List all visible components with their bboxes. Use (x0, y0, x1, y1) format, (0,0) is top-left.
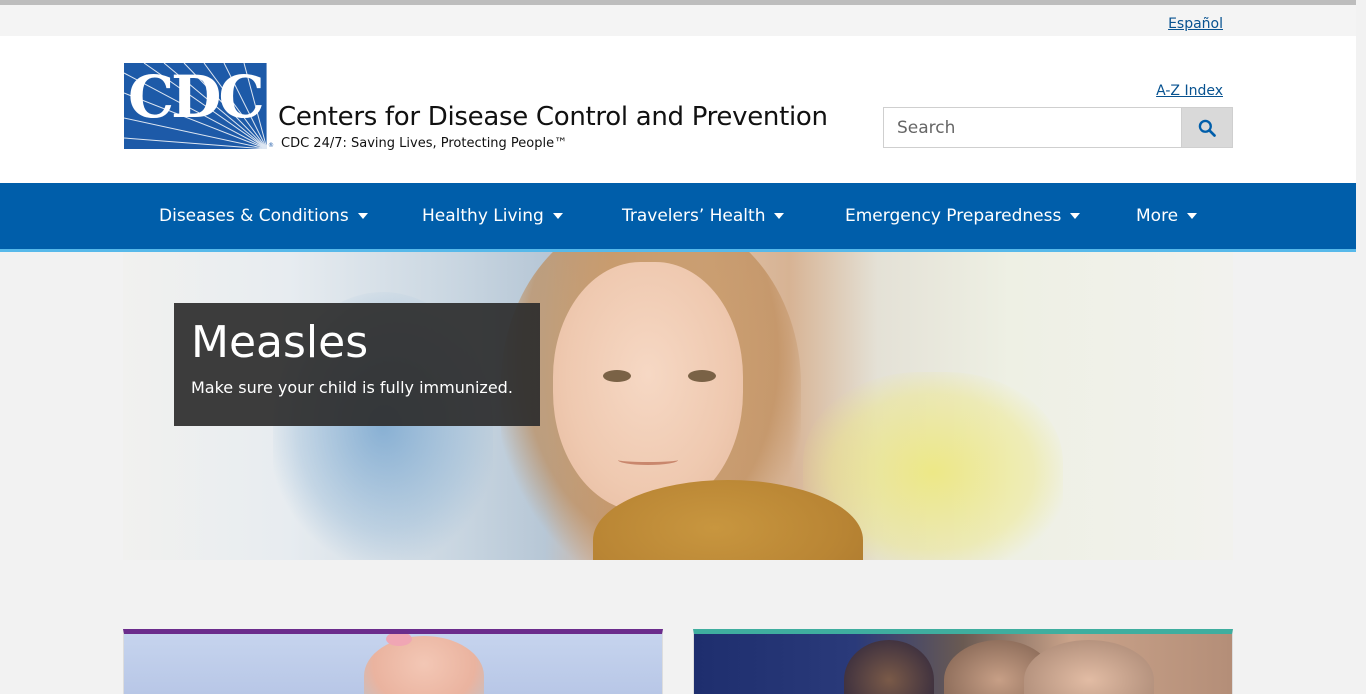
nav-item-label: Travelers’ Health (622, 206, 766, 226)
nav-item-travelers-health[interactable]: Travelers’ Health (622, 183, 785, 249)
caret-down-icon (357, 213, 368, 219)
nav-item-emergency-preparedness[interactable]: Emergency Preparedness (845, 183, 1081, 249)
hero-caption[interactable]: Measles Make sure your child is fully im… (174, 303, 540, 426)
nav-item-healthy-living[interactable]: Healthy Living (422, 183, 563, 249)
logo-registered-mark: ® (268, 142, 274, 149)
feature-card[interactable] (123, 629, 663, 694)
nav-item-label: Diseases & Conditions (159, 206, 349, 226)
search-input[interactable] (884, 108, 1182, 147)
scrollbar[interactable] (1356, 0, 1366, 694)
caret-down-icon (774, 213, 785, 219)
hero-child-face (553, 262, 743, 512)
az-index-link[interactable]: A-Z Index (1156, 83, 1223, 99)
nav-item-label: Healthy Living (422, 206, 544, 226)
search-icon (1198, 119, 1216, 137)
hero-mouth (618, 455, 678, 465)
card-image (694, 634, 1232, 694)
logo-letters: CDC (128, 63, 265, 131)
site-header: CDC ® Centers for Disease Control and Pr… (0, 36, 1356, 183)
hero-subtitle: Make sure your child is fully immunized. (191, 378, 513, 397)
main-nav: Diseases & Conditions Healthy Living Tra… (0, 183, 1356, 249)
espanol-link[interactable]: Español (1168, 16, 1223, 32)
card-person-image (1024, 640, 1154, 694)
hero-eye (688, 370, 716, 382)
cdc-logo[interactable]: CDC (124, 63, 267, 149)
nav-item-label: More (1136, 206, 1179, 226)
hero-banner[interactable]: Measles Make sure your child is fully im… (123, 252, 1233, 560)
feature-card[interactable] (693, 629, 1233, 694)
hero-eye (603, 370, 631, 382)
nav-item-more[interactable]: More (1136, 183, 1198, 249)
org-name[interactable]: Centers for Disease Control and Preventi… (278, 102, 828, 132)
nav-item-diseases-conditions[interactable]: Diseases & Conditions (159, 183, 368, 249)
utility-bar: Español (0, 5, 1356, 36)
tagline: CDC 24/7: Saving Lives, Protecting Peopl… (281, 136, 568, 151)
card-baby-bow (386, 634, 412, 646)
card-person-image (844, 640, 934, 694)
hero-title[interactable]: Measles (191, 317, 523, 369)
caret-down-icon (552, 213, 563, 219)
card-baby-image (364, 636, 484, 694)
card-image (124, 634, 662, 694)
nav-item-label: Emergency Preparedness (845, 206, 1062, 226)
search-button[interactable] (1181, 108, 1232, 147)
caret-down-icon (1070, 213, 1081, 219)
caret-down-icon (1187, 213, 1198, 219)
search-box (883, 107, 1233, 148)
